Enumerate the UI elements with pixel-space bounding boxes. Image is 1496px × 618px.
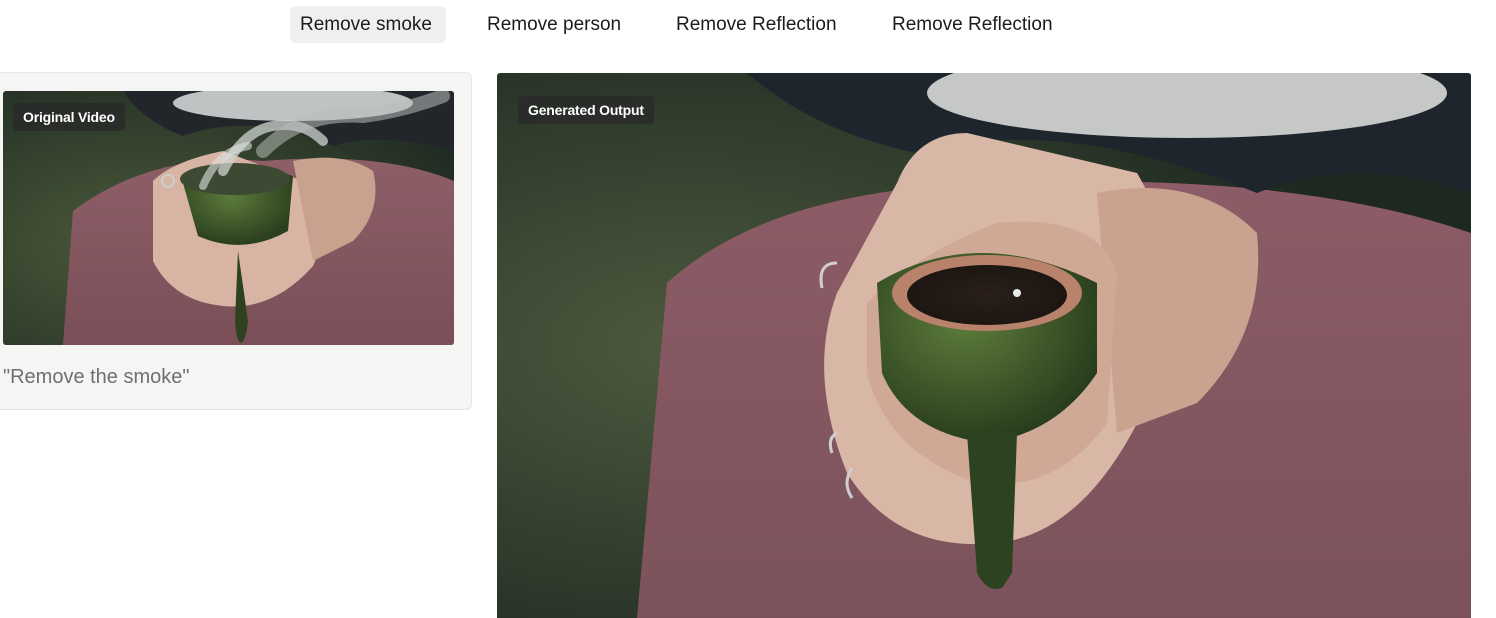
generated-output-video[interactable] [497,73,1471,618]
generated-output-badge: Generated Output [518,96,654,124]
prompt-caption: "Remove the smoke" [3,366,190,388]
generated-output-image [497,73,1471,618]
original-video-badge: Original Video [13,103,125,131]
tab-remove-reflection-2[interactable]: Remove Reflection [882,6,1063,43]
tab-remove-smoke[interactable]: Remove smoke [290,6,446,43]
tab-remove-reflection[interactable]: Remove Reflection [666,6,847,43]
tab-remove-person[interactable]: Remove person [477,6,631,43]
